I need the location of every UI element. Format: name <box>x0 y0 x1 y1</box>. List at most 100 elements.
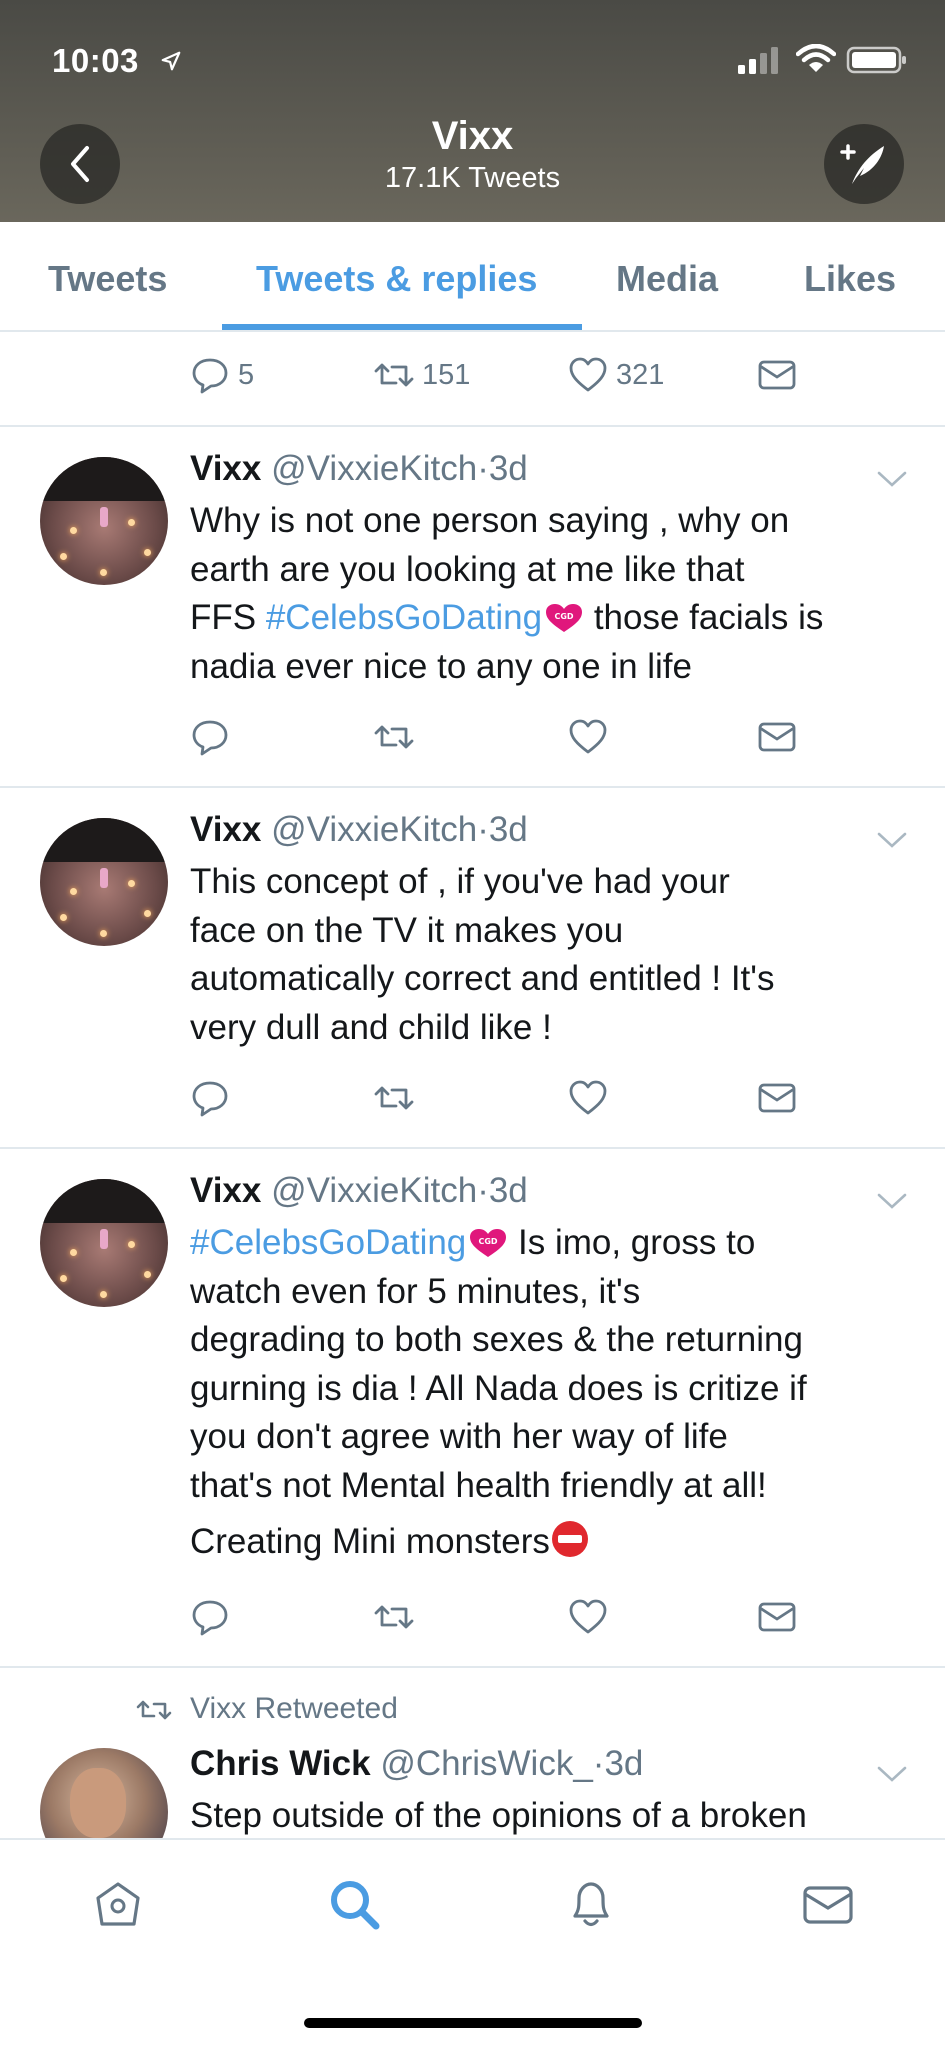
tweet-line: earth are you looking at me like that <box>190 549 745 589</box>
author-handle[interactable]: @VixxieKitch <box>271 449 477 488</box>
chevron-down-icon[interactable] <box>876 830 908 850</box>
status-bar: 10:03 <box>0 38 945 82</box>
tweet-line: Creating Mini monsters <box>190 1518 920 1567</box>
tweet-text: Why is not one person saying , why on ea… <box>190 497 920 691</box>
tweet-count: 17.1K Tweets <box>384 162 561 194</box>
tab-tweets[interactable]: Tweets <box>48 258 167 300</box>
tweet-text: #CelebsGoDating CGD Is imo, gross to watc… <box>190 1219 920 1567</box>
home-icon[interactable] <box>90 1876 146 1932</box>
like-button[interactable] <box>568 717 608 757</box>
author-handle[interactable]: @VixxieKitch <box>271 810 477 849</box>
bottom-tab-bar <box>0 1838 945 2048</box>
retweet-button[interactable] <box>374 717 414 757</box>
tweet-item[interactable]: Vixx @VixxieKitch·3d #CelebsGoDating CGD … <box>0 1149 945 1666</box>
tab-likes[interactable]: Likes <box>804 258 896 300</box>
cgd-heart-emoji-icon: CGD <box>470 1229 507 1257</box>
retweet-icon <box>374 1086 414 1110</box>
chevron-down-icon[interactable] <box>876 1764 908 1784</box>
chevron-down-icon[interactable] <box>876 1191 908 1211</box>
direct-message-button[interactable] <box>757 1597 797 1637</box>
hashtag-link[interactable]: #CelebsGoDating <box>190 1223 466 1262</box>
battery-icon <box>846 46 906 74</box>
avatar[interactable] <box>40 457 168 585</box>
home-indicator[interactable] <box>304 2018 642 2028</box>
tweet-line: Why is not one person saying , why on <box>190 501 790 540</box>
tweet-line: that's not Mental health friendly at all… <box>190 1465 767 1505</box>
tweet-item[interactable]: Vixx @VixxieKitch·3d Why is not one pers… <box>0 427 945 786</box>
like-button[interactable]: 321 <box>568 355 664 395</box>
tweet-text: Step outside of the opinions of a broken <box>190 1796 807 1835</box>
retweeted-tweet-item[interactable]: Vixx Retweeted Chris Wick @ChrisWick_·3d… <box>0 1668 945 1838</box>
direct-message-button[interactable] <box>757 717 797 757</box>
active-tab-indicator <box>222 324 582 330</box>
author-name[interactable]: Chris Wick <box>190 1744 371 1783</box>
retweet-button[interactable]: 151 <box>374 355 470 395</box>
like-button[interactable] <box>568 1078 608 1118</box>
envelope-icon <box>758 360 796 390</box>
tweet-actions <box>0 717 945 767</box>
retweet-icon <box>374 725 414 749</box>
author-name[interactable]: Vixx <box>190 449 261 488</box>
tweet-line: automatically correct and entitled ! It'… <box>190 959 775 998</box>
reply-count: 5 <box>238 358 255 391</box>
avatar[interactable] <box>40 1748 168 1838</box>
tweet-line: very dull and child like ! <box>190 1007 552 1047</box>
tweet-line: gurning is dia ! All Nada does is critiz… <box>190 1368 807 1408</box>
profile-name: Vixx <box>431 114 514 158</box>
reply-button[interactable] <box>190 1078 230 1118</box>
tweet-line: you don't agree with her way of life <box>190 1417 728 1456</box>
chevron-down-icon[interactable] <box>876 469 908 489</box>
author-name[interactable]: Vixx <box>190 810 261 849</box>
cellular-signal-icon <box>738 47 778 74</box>
heart-icon <box>569 1599 607 1634</box>
profile-tabs: Tweets Tweets & replies Media Likes <box>0 222 945 332</box>
tweet-header: Vixx @VixxieKitch·3d <box>190 810 528 849</box>
reply-icon <box>192 720 228 756</box>
cgd-heart-emoji-icon: CGD <box>546 604 583 632</box>
tweet-line: degrading to both sexes & the returning <box>190 1320 803 1359</box>
tweet-time: 3d <box>488 810 528 849</box>
tweet-time: 3d <box>488 449 528 488</box>
tweet-header: Chris Wick @ChrisWick_·3d <box>190 1744 644 1783</box>
tweet-header: Vixx @VixxieKitch·3d <box>190 449 528 488</box>
tab-media[interactable]: Media <box>616 258 718 300</box>
reply-icon <box>192 1600 228 1636</box>
author-handle[interactable]: @ChrisWick_ <box>380 1744 592 1783</box>
retweeted-label[interactable]: Vixx Retweeted <box>190 1692 398 1726</box>
heart-icon <box>569 719 607 754</box>
like-button[interactable] <box>568 1597 608 1637</box>
tweet-line: #CelebsGoDating CGD Is imo, gross to <box>190 1223 756 1262</box>
reply-button[interactable]: 5 <box>190 355 254 395</box>
retweet-icon <box>374 363 414 387</box>
direct-message-button[interactable] <box>757 1078 797 1118</box>
reply-button[interactable] <box>190 1597 230 1637</box>
author-name[interactable]: Vixx <box>190 1171 261 1210</box>
tweet-actions <box>0 1597 945 1647</box>
status-time: 10:03 <box>52 42 139 79</box>
search-icon[interactable] <box>326 1876 382 1932</box>
hashtag-link[interactable]: #CelebsGoDating <box>266 598 542 637</box>
tab-tweets-and-replies[interactable]: Tweets & replies <box>256 258 537 300</box>
tweet-item[interactable]: Vixx @VixxieKitch·3d This concept of , i… <box>0 788 945 1147</box>
tweet-line: FFS #CelebsGoDating CGD those facials is <box>190 598 824 637</box>
svg-text:CGD: CGD <box>555 612 574 621</box>
tweet-line: watch even for 5 minutes, it's <box>190 1271 641 1311</box>
avatar[interactable] <box>40 1179 168 1307</box>
mail-icon[interactable] <box>800 1876 856 1932</box>
tweet-text: This concept of , if you've had your fac… <box>190 858 920 1052</box>
envelope-icon <box>758 722 796 752</box>
reply-icon <box>192 358 228 394</box>
author-handle[interactable]: @VixxieKitch <box>271 1171 477 1210</box>
retweet-button[interactable] <box>374 1078 414 1118</box>
like-count: 321 <box>616 358 665 391</box>
avatar[interactable] <box>40 818 168 946</box>
reply-button[interactable] <box>190 717 230 757</box>
bell-icon[interactable] <box>563 1876 619 1932</box>
wifi-icon <box>796 44 836 72</box>
direct-message-button[interactable] <box>757 355 797 395</box>
compose-tweet-button[interactable] <box>824 124 904 204</box>
reply-icon <box>192 1081 228 1117</box>
retweet-button[interactable] <box>374 1597 414 1637</box>
heart-icon <box>569 1080 607 1115</box>
svg-text:CGD: CGD <box>479 1237 498 1246</box>
